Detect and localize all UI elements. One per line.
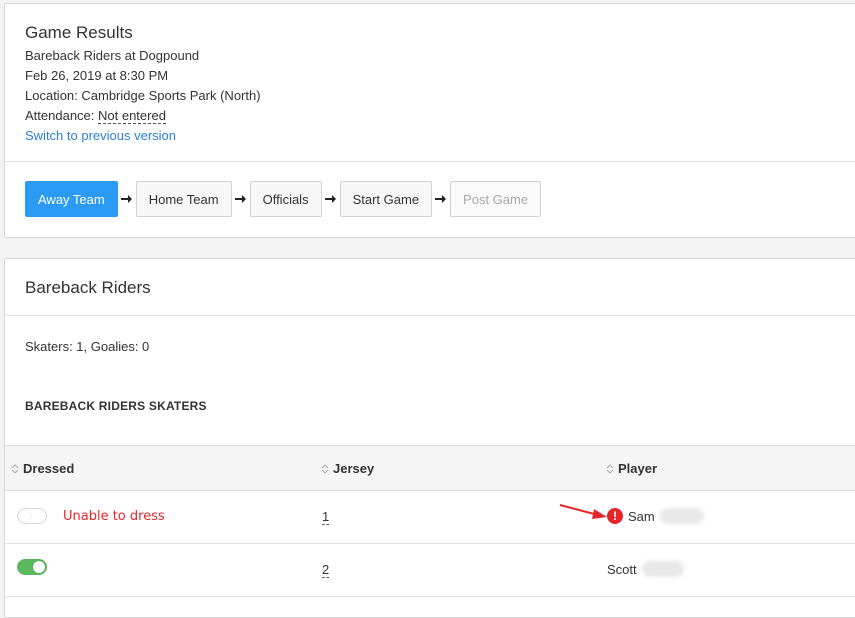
jersey-number[interactable]: 1 (322, 510, 330, 525)
section-title: BAREBACK RIDERS SKATERS (25, 399, 207, 413)
attendance-value[interactable]: Not entered (98, 108, 166, 124)
jersey-number[interactable]: 2 (322, 563, 330, 578)
table-row: Unable to dress 1 ! Sam (5, 491, 855, 544)
attendance-row: Attendance: Not entered (25, 108, 166, 124)
attendance-label: Attendance: (25, 108, 98, 123)
column-label: Player (618, 461, 658, 476)
column-header-dressed[interactable]: Dressed (11, 461, 74, 476)
team-title: Bareback Riders (25, 278, 151, 297)
matchup-text: Bareback Riders at Dogpound (25, 48, 200, 63)
unable-to-dress-text: Unable to dress (63, 509, 165, 524)
divider (5, 315, 855, 316)
page-title: Game Results (25, 23, 133, 42)
column-label: Jersey (333, 461, 375, 476)
arrow-right-icon (432, 194, 450, 204)
step-officials[interactable]: Officials (249, 181, 322, 217)
column-header-jersey[interactable]: Jersey (321, 461, 374, 476)
game-location: Location: Cambridge Sports Park (North) (25, 88, 261, 103)
step-home-team[interactable]: Home Team (135, 181, 232, 217)
game-info-panel: Game Results Bareback Riders at Dogpound… (4, 3, 855, 238)
redacted-surname (659, 508, 704, 524)
team-roster-panel: Bareback Riders Skaters: 1, Goalies: 0 B… (4, 258, 855, 618)
game-datetime: Feb 26, 2019 at 8:30 PM (25, 68, 169, 83)
sort-icon (321, 463, 329, 474)
table-row: 2 Scott (5, 544, 855, 597)
annotation-arrow-icon (559, 504, 607, 519)
dressed-toggle[interactable] (17, 559, 47, 575)
column-header-player[interactable]: Player (606, 461, 657, 476)
sort-icon (11, 463, 19, 474)
arrow-right-icon (232, 194, 250, 204)
divider (5, 161, 855, 162)
step-start-game[interactable]: Start Game (339, 181, 433, 217)
toggle-knob (33, 561, 45, 573)
table-header: Dressed Jersey Player (5, 445, 855, 491)
step-away-team[interactable]: Away Team (25, 181, 118, 217)
column-label: Dressed (23, 461, 75, 476)
player-name: Scott (607, 561, 637, 577)
player-name: Sam (628, 508, 655, 524)
arrow-right-icon (118, 194, 136, 204)
player-cell: ! Sam (607, 508, 704, 524)
player-counts: Skaters: 1, Goalies: 0 (25, 339, 150, 354)
step-navigation: Away Team Home Team Officials Start Game… (25, 181, 542, 217)
redacted-surname (641, 561, 684, 577)
sort-icon (606, 463, 614, 474)
step-post-game: Post Game (450, 181, 542, 217)
toggle-knob (19, 510, 31, 522)
switch-version-link[interactable]: Switch to previous version (25, 128, 176, 143)
dressed-toggle[interactable] (17, 508, 47, 524)
player-cell: Scott (607, 561, 684, 577)
arrow-right-icon (322, 194, 340, 204)
